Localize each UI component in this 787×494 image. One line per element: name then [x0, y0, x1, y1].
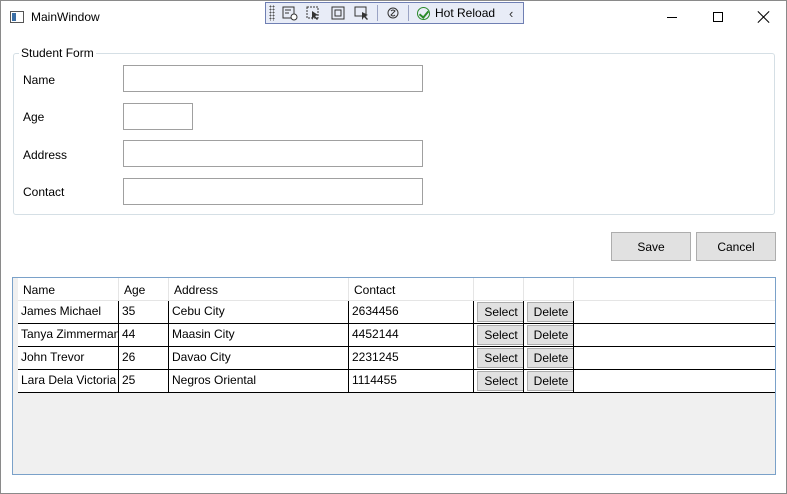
column-header-select [474, 278, 524, 301]
delete-button[interactable]: Delete [527, 371, 573, 391]
contact-input[interactable] [123, 178, 423, 205]
cancel-button[interactable]: Cancel [696, 232, 776, 261]
close-button[interactable] [741, 1, 787, 33]
cell-name: Lara Dela Victoria [18, 370, 119, 392]
cell-contact: 1114455 [349, 370, 474, 392]
toolbar-separator [377, 5, 378, 21]
visual-tree-icon[interactable] [281, 5, 299, 21]
select-button[interactable]: Select [477, 371, 523, 391]
cell-select: Select [474, 370, 524, 392]
grid-header-row: Name Age Address Contact [18, 278, 775, 301]
table-row[interactable]: Lara Dela Victoria 25 Negros Oriental 11… [18, 370, 775, 393]
address-input[interactable] [123, 140, 423, 167]
cell-select: Select [474, 324, 524, 346]
toolbar-separator [408, 5, 409, 21]
toolbar-grip-icon[interactable] [269, 5, 275, 21]
app-window-icon [10, 11, 24, 23]
table-row[interactable]: Tanya Zimmerman 44 Maasin City 4452144 S… [18, 324, 775, 347]
cell-select: Select [474, 301, 524, 323]
hot-reload-label[interactable]: Hot Reload [435, 6, 495, 20]
cell-age: 26 [119, 347, 169, 369]
cell-delete: Delete [524, 370, 574, 392]
cell-address: Negros Oriental [169, 370, 349, 392]
select-button[interactable]: Select [477, 348, 523, 368]
cell-address: Cebu City [169, 301, 349, 323]
students-datagrid[interactable]: Name Age Address Contact James Michael 3… [12, 277, 776, 475]
cell-age: 35 [119, 301, 169, 323]
close-icon [758, 11, 770, 23]
cell-age: 25 [119, 370, 169, 392]
cell-name: Tanya Zimmerman [18, 324, 119, 346]
select-button[interactable]: Select [477, 325, 523, 345]
column-header-delete [524, 278, 574, 301]
delete-button[interactable]: Delete [527, 302, 573, 322]
column-header-address[interactable]: Address [169, 278, 349, 301]
name-input[interactable] [123, 65, 423, 92]
hot-reload-check-icon [417, 6, 430, 20]
cell-address: Davao City [169, 347, 349, 369]
select-element-icon[interactable] [305, 5, 323, 21]
cell-name: John Trevor [18, 347, 119, 369]
track-focus-icon[interactable] [353, 5, 371, 21]
minimize-button[interactable] [649, 1, 695, 33]
cell-address: Maasin City [169, 324, 349, 346]
cell-age: 44 [119, 324, 169, 346]
age-label: Age [23, 110, 45, 124]
minimize-icon [667, 16, 677, 18]
maximize-button[interactable] [695, 1, 741, 33]
cell-delete: Delete [524, 347, 574, 369]
cell-contact: 4452144 [349, 324, 474, 346]
table-row[interactable]: John Trevor 26 Davao City 2231245 Select… [18, 347, 775, 370]
table-row[interactable]: James Michael 35 Cebu City 2634456 Selec… [18, 301, 775, 324]
cell-select: Select [474, 347, 524, 369]
cell-delete: Delete [524, 324, 574, 346]
hot-reload-toolbar: Hot Reload ‹ [265, 2, 524, 24]
select-button[interactable]: Select [477, 302, 523, 322]
chevron-left-icon[interactable]: ‹ [509, 6, 513, 21]
cell-contact: 2634456 [349, 301, 474, 323]
cell-name: James Michael [18, 301, 119, 323]
binding-failures-icon[interactable] [384, 5, 402, 21]
delete-button[interactable]: Delete [527, 325, 573, 345]
cell-delete: Delete [524, 301, 574, 323]
name-label: Name [23, 73, 56, 87]
cell-contact: 2231245 [349, 347, 474, 369]
title-bar[interactable]: MainWindow Hot Reload ‹ [1, 1, 786, 33]
column-header-contact[interactable]: Contact [349, 278, 474, 301]
student-form-title: Student Form [19, 46, 96, 60]
column-header-age[interactable]: Age [119, 278, 169, 301]
column-header-name[interactable]: Name [18, 278, 119, 301]
delete-button[interactable]: Delete [527, 348, 573, 368]
window-title: MainWindow [31, 10, 100, 24]
address-label: Address [23, 148, 68, 162]
contact-label: Contact [23, 185, 65, 199]
age-input[interactable] [123, 103, 193, 130]
maximize-icon [713, 12, 723, 22]
main-window: MainWindow Hot Reload ‹ Student Form Nam… [0, 0, 787, 494]
adorners-icon[interactable] [329, 5, 347, 21]
save-button[interactable]: Save [611, 232, 691, 261]
